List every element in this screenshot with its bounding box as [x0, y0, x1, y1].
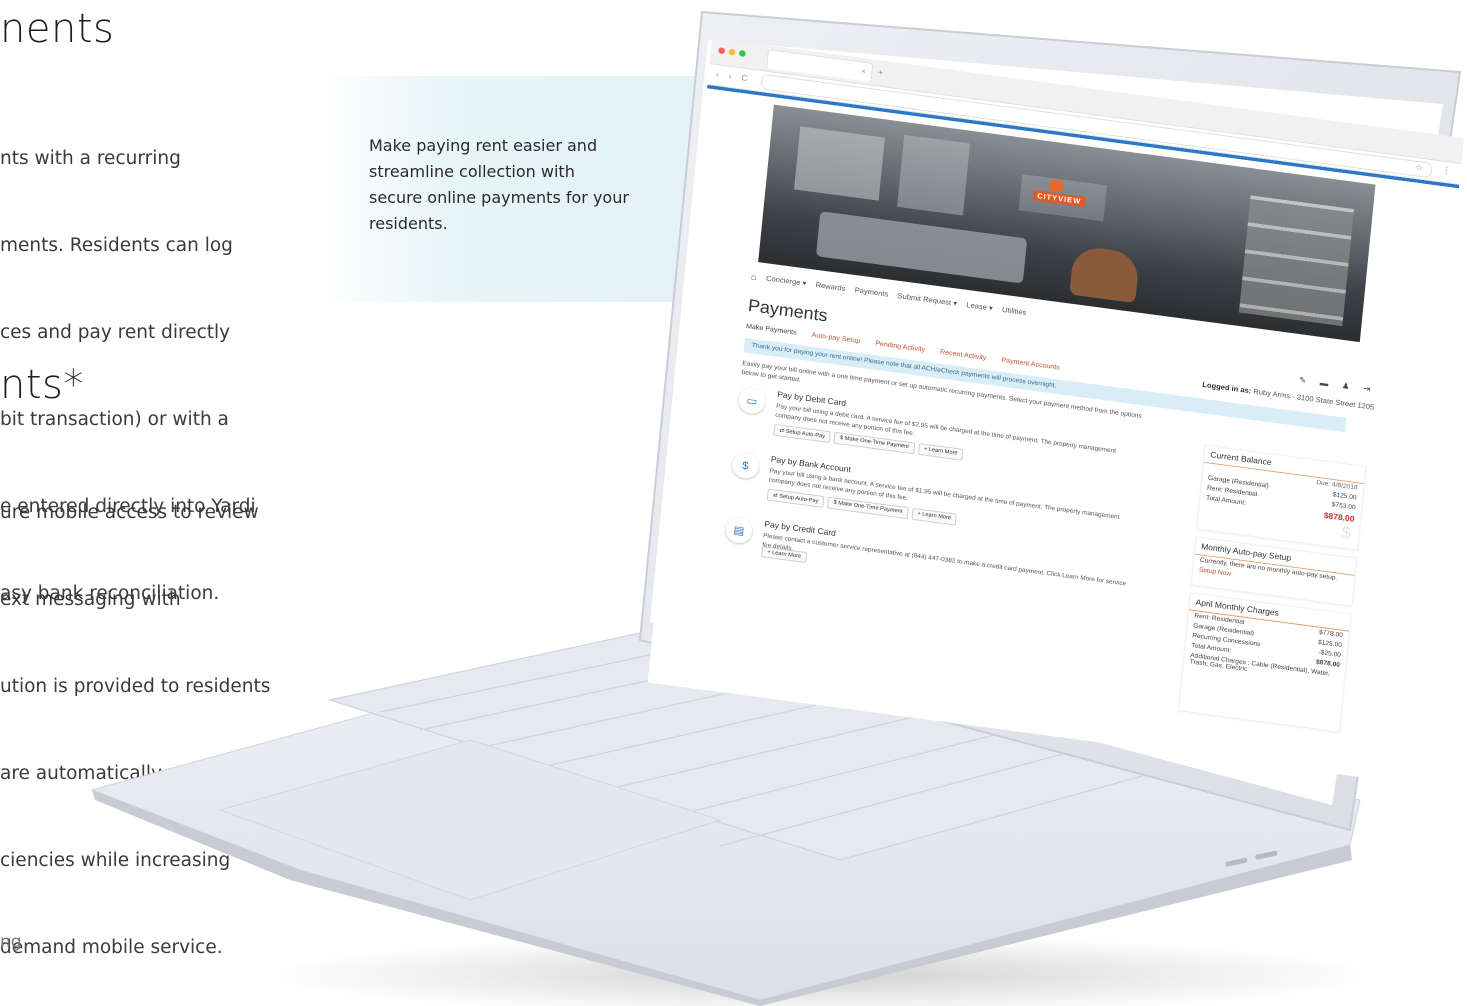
hero-sofa-shape: [815, 211, 1028, 284]
payments-page: CITYVIEW ⌂ Concierge ▾ Rewards Payments …: [647, 88, 1459, 783]
hero-window-shape: [794, 126, 885, 201]
setup-autopay-button[interactable]: ⇄ Setup Auto-Pay: [766, 488, 825, 508]
new-tab-button[interactable]: +: [878, 67, 884, 77]
tab-autopay-setup[interactable]: Auto-pay Setup: [811, 330, 860, 345]
debit-card-icon: ▭: [737, 386, 767, 416]
hero-bookshelf-shape: [1238, 195, 1355, 327]
tab-make-payments[interactable]: Make Payments: [746, 322, 797, 337]
minimize-window-button[interactable]: [728, 48, 736, 56]
credit-card-icon: ▤: [724, 516, 754, 545]
logo-mark-icon: [1049, 179, 1064, 193]
page-title: Payments: [747, 296, 829, 326]
tab-payment-accounts[interactable]: Payment Accounts: [1001, 356, 1060, 372]
close-tab-icon[interactable]: ×: [861, 67, 866, 76]
nav-item-concierge[interactable]: Concierge ▾: [766, 274, 807, 289]
total-label: Total Amount:: [1205, 494, 1247, 507]
nav-item-payments[interactable]: Payments: [854, 286, 888, 300]
learn-more-button[interactable]: + Learn More: [917, 443, 964, 461]
header-tool-icons[interactable]: ✎ ▬ ♟ ⇥: [1299, 375, 1377, 395]
tab-pending-activity[interactable]: Pending Activity: [875, 339, 926, 354]
maximize-window-button[interactable]: [738, 49, 746, 58]
tab-recent-activity[interactable]: Recent Activity: [940, 347, 987, 361]
setup-autopay-button[interactable]: ⇄ Setup Auto-Pay: [773, 423, 832, 444]
learn-more-button[interactable]: + Learn More: [911, 507, 958, 526]
browser-menu-icon[interactable]: ⋮: [1441, 165, 1451, 176]
nav-item-utilities[interactable]: Utilities: [1002, 306, 1027, 319]
hero-chair-shape: [1069, 244, 1141, 304]
bank-account-icon: $: [731, 451, 760, 480]
nav-item-lease[interactable]: Lease ▾: [966, 301, 993, 314]
hero-window-shape: [897, 134, 971, 216]
nav-item-submit-request[interactable]: Submit Request ▾: [897, 292, 957, 310]
logged-in-label: Logged in as:: [1202, 380, 1252, 396]
laptop-screen-app: × + ‹ › C ☆ ⋮ CITYVIEW ⌂ Concierge ▾ Rew…: [647, 38, 1464, 786]
cityview-logo: CITYVIEW: [1018, 174, 1107, 222]
bookmark-star-icon[interactable]: ☆: [1415, 163, 1423, 174]
browser-nav-buttons[interactable]: ‹ › C: [716, 70, 752, 84]
setup-now-link[interactable]: Setup Now: [1199, 567, 1232, 578]
total-amount: $878.00: [1323, 510, 1355, 524]
nav-item-rewards[interactable]: Rewards: [815, 281, 845, 295]
current-balance-panel: Current Balance Due: 4/8/2018 Garage (Re…: [1196, 444, 1367, 551]
home-icon[interactable]: ⌂: [750, 272, 757, 283]
monthly-charges-panel: April Monthly Charges Rent: Residential …: [1178, 592, 1352, 733]
dollar-watermark-icon: $: [1340, 523, 1353, 543]
close-window-button[interactable]: [718, 47, 726, 55]
